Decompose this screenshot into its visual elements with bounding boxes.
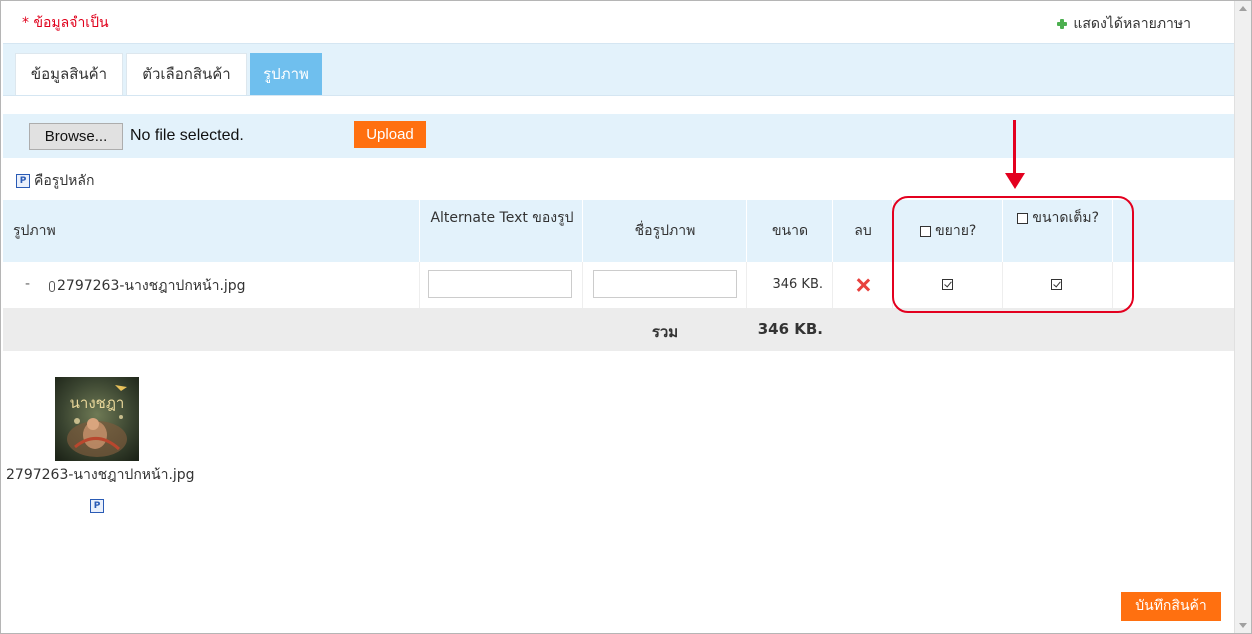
tab-product-info[interactable]: ข้อมูลสินค้า <box>15 53 123 95</box>
vertical-scrollbar[interactable] <box>1234 1 1251 633</box>
total-size: 346 KB. <box>757 320 823 338</box>
row-size: 346 KB. <box>772 277 823 292</box>
total-row: รวม 346 KB. <box>3 308 1234 351</box>
tab-images[interactable]: รูปภาพ <box>250 53 322 95</box>
page-frame: * ข้อมูลจำเป็น แสดงได้หลายภาษา ข้อมูลสิน… <box>0 0 1252 634</box>
header-size: ขนาด <box>771 223 809 239</box>
thumbnail-cover-text: นางชฎา <box>70 394 125 412</box>
annotation-highlight-box <box>892 196 1134 313</box>
total-label: รวม <box>651 323 679 341</box>
header-delete: ลบ <box>854 223 872 239</box>
upload-button[interactable]: Upload <box>354 121 426 148</box>
delete-icon[interactable] <box>856 278 870 292</box>
main-image-legend: P คือรูปหลัก <box>16 170 94 192</box>
annotation-arrow <box>1013 120 1016 176</box>
main-image-legend-text: คือรูปหลัก <box>34 173 95 189</box>
upload-bar: Browse... No file selected. Upload <box>3 114 1234 158</box>
image-name-input[interactable] <box>593 270 737 298</box>
alt-text-input[interactable] <box>428 270 572 298</box>
multi-language-link[interactable]: แสดงได้หลายภาษา <box>1057 13 1191 35</box>
thumbnail-caption: 2797263-นางชฎาปกหน้า.jpg <box>6 467 195 483</box>
tab-bar: ข้อมูลสินค้า ตัวเลือกสินค้า รูปภาพ <box>3 43 1234 96</box>
required-note: * ข้อมูลจำเป็น <box>22 15 109 31</box>
row-dash: - <box>25 276 31 292</box>
row-filename[interactable]: 2797263-นางชฎาปกหน้า.jpg <box>49 275 246 297</box>
scroll-down-icon[interactable] <box>1235 619 1251 633</box>
product-thumbnail[interactable]: นางชฎา <box>55 377 139 461</box>
header-image-name: ชื่อรูปภาพ <box>634 223 696 239</box>
header-image: รูปภาพ <box>13 223 56 239</box>
tab-product-options[interactable]: ตัวเลือกสินค้า <box>126 53 247 95</box>
thumbnail-image: นางชฎา <box>55 377 139 461</box>
scroll-up-icon[interactable] <box>1235 1 1251 15</box>
browse-button[interactable]: Browse... <box>29 123 123 150</box>
paperclip-icon <box>49 280 55 292</box>
main-image-icon: P <box>16 174 30 188</box>
multi-language-label: แสดงได้หลายภาษา <box>1073 16 1191 32</box>
save-product-button[interactable]: บันทึกสินค้า <box>1121 592 1221 621</box>
header-alt-text: Alternate Text ของรูป <box>430 210 574 226</box>
file-status: No file selected. <box>130 127 244 144</box>
row-filename-text: 2797263-นางชฎาปกหน้า.jpg <box>57 278 246 294</box>
main-image-badge-icon[interactable]: P <box>90 499 104 513</box>
annotation-arrow-head <box>1005 173 1025 189</box>
plus-icon <box>1057 19 1068 29</box>
